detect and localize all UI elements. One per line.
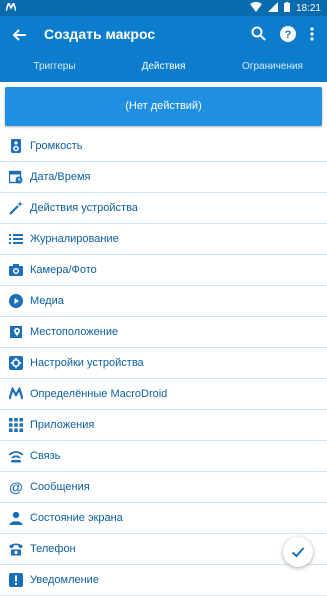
list-item[interactable]: Медиа <box>0 286 327 317</box>
list-icon <box>9 232 23 246</box>
status-bar: 18:21 <box>0 0 327 16</box>
list-item-label: Уведомление <box>30 574 99 586</box>
svg-text:@: @ <box>9 480 23 494</box>
help-icon[interactable]: ? <box>279 25 297 43</box>
no-actions-button[interactable]: (Нет действий) <box>5 87 322 126</box>
calendar-clock-icon <box>8 170 23 184</box>
list-item-label: Камера/Фото <box>30 264 97 276</box>
list-item-label: Местоположение <box>30 326 119 338</box>
battery-icon <box>283 2 290 15</box>
status-time: 18:21 <box>295 2 321 14</box>
map-pin-icon <box>9 325 23 339</box>
person-icon <box>9 511 23 525</box>
play-icon <box>9 294 23 308</box>
list-item[interactable]: Действия устройства <box>0 193 327 224</box>
tab-bar: Триггеры Действия Ограничения <box>0 54 327 84</box>
list-item-label: Состояние экрана <box>30 512 123 524</box>
list-item[interactable]: Дата/Время <box>0 162 327 193</box>
list-item[interactable]: Громкость <box>0 131 327 162</box>
tab-triggers[interactable]: Триггеры <box>0 54 109 82</box>
camera-icon <box>9 263 23 277</box>
list-item[interactable]: Телефон <box>0 534 327 565</box>
list-item-label: Определённые MacroDroid <box>30 388 168 400</box>
wifi-signal-icon <box>249 2 262 15</box>
list-item[interactable]: Уведомление <box>0 565 327 596</box>
back-arrow-icon[interactable] <box>10 25 30 45</box>
list-item[interactable]: Камера/Фото <box>0 255 327 286</box>
search-icon[interactable] <box>250 25 268 43</box>
magic-wand-icon <box>9 201 23 215</box>
svg-text:?: ? <box>285 29 292 41</box>
list-item-label: Телефон <box>30 543 76 555</box>
list-item-label: Журналирование <box>30 233 119 245</box>
list-item[interactable]: @ Сообщения <box>0 472 327 503</box>
list-item-label: Приложения <box>30 419 95 431</box>
speaker-icon <box>9 139 23 153</box>
at-icon: @ <box>9 479 23 495</box>
list-item[interactable]: Связь <box>0 441 327 472</box>
wifi-icon <box>8 449 24 463</box>
list-item[interactable]: Определённые MacroDroid <box>0 379 327 410</box>
page-title: Создать макрос <box>44 26 156 42</box>
notification-icon <box>9 573 23 587</box>
macrodroid-icon <box>8 386 24 401</box>
apps-grid-icon <box>9 418 23 432</box>
list-item-label: Сообщения <box>30 481 90 493</box>
tab-constraints[interactable]: Ограничения <box>218 54 327 82</box>
list-item-label: Настройки устройства <box>30 357 144 369</box>
app-bar: Создать макрос ? <box>0 16 327 54</box>
confirm-fab-button[interactable] <box>283 537 313 567</box>
list-item[interactable]: Состояние экрана <box>0 503 327 534</box>
list-item[interactable]: Приложения <box>0 410 327 441</box>
list-item[interactable]: Журналирование <box>0 224 327 255</box>
list-item-label: Дата/Время <box>30 171 91 183</box>
phone-icon <box>9 542 23 556</box>
macrodroid-logo-icon <box>5 0 17 14</box>
list-item-label: Связь <box>30 450 61 462</box>
tab-actions[interactable]: Действия <box>109 54 218 84</box>
list-item-label: Действия устройства <box>30 202 138 214</box>
settings-icon <box>9 356 23 370</box>
list-item-label: Медиа <box>30 295 64 307</box>
list-item[interactable]: Настройки устройства <box>0 348 327 379</box>
cell-signal-icon <box>267 2 278 15</box>
list-item[interactable]: Местоположение <box>0 317 327 348</box>
action-category-list: Громкость Дата/Время Действия устройства… <box>0 131 327 596</box>
more-options-icon[interactable] <box>306 25 318 43</box>
list-item-label: Громкость <box>30 140 83 152</box>
